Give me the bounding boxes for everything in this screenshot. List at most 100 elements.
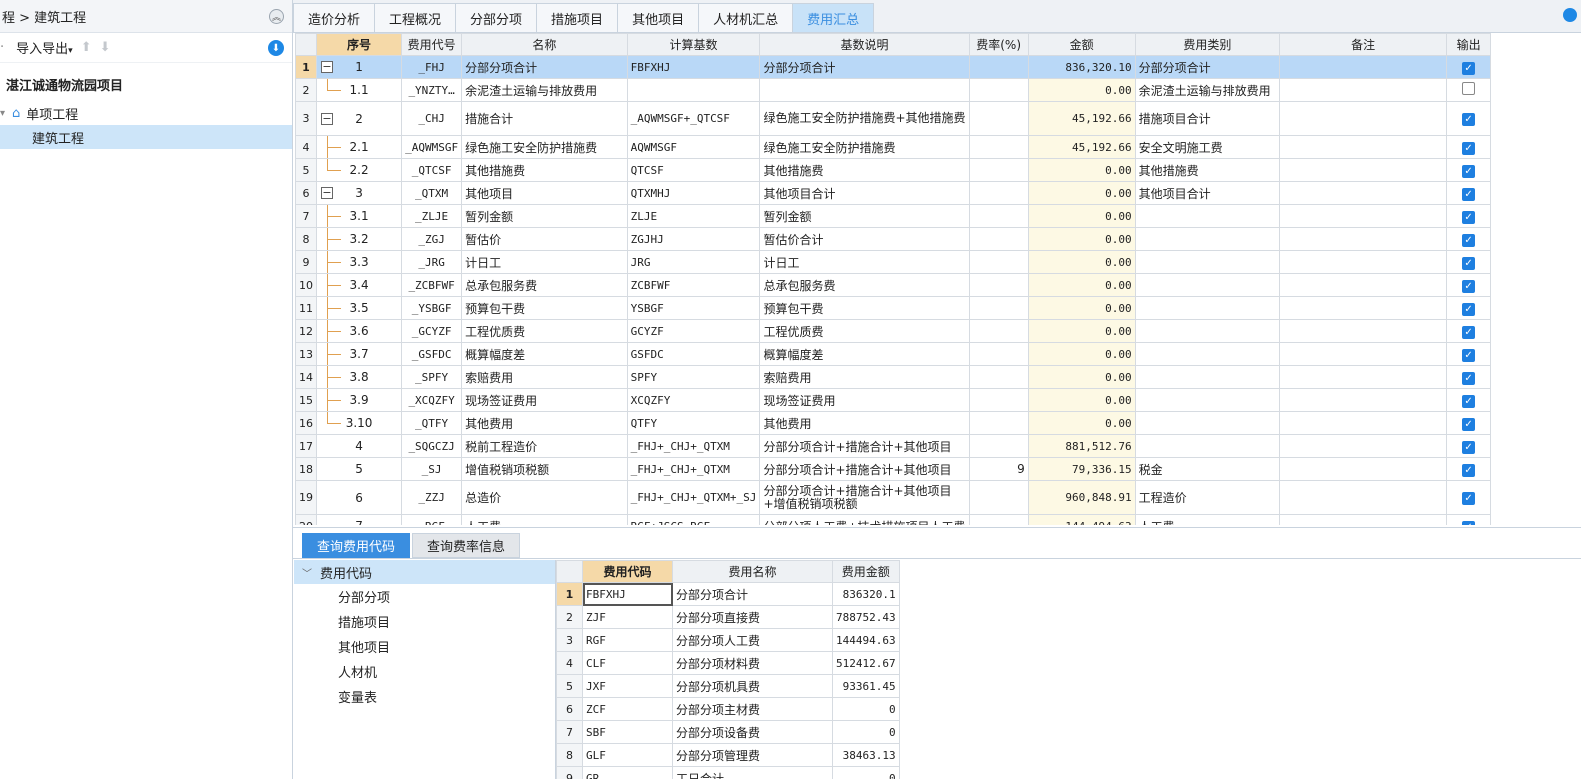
cell-note[interactable] <box>1279 411 1448 435</box>
tab-project-overview[interactable]: 工程概况 <box>374 3 457 32</box>
cell-fee-amount[interactable]: 0 <box>832 720 900 744</box>
cell-base-desc[interactable]: 暂列金额 <box>759 204 970 228</box>
header-amount[interactable]: 金额 <box>1027 33 1136 56</box>
row-number[interactable]: 5 <box>556 674 583 698</box>
minus-box-icon[interactable]: − <box>321 61 333 73</box>
cell-note[interactable] <box>1279 101 1448 136</box>
cell-amount[interactable]: 0.00 <box>1027 365 1136 389</box>
cell-name[interactable]: 分部分项合计 <box>461 55 628 79</box>
cell-output[interactable]: ✓ <box>1446 514 1491 525</box>
cell-base-desc[interactable]: 索赔费用 <box>759 365 970 389</box>
row-number[interactable]: 4 <box>295 135 317 159</box>
cell-seq-wrap[interactable]: 3.10 <box>315 411 403 435</box>
cell-base[interactable]: XCQZFY <box>626 388 761 412</box>
cell-base-desc[interactable]: 其他费用 <box>759 411 970 435</box>
cell-code[interactable]: _GSFDC <box>401 342 463 366</box>
cell-seq-wrap[interactable]: 1.1 <box>315 78 403 102</box>
row-number[interactable]: 9 <box>556 766 583 779</box>
cell-amount[interactable]: 0.00 <box>1027 204 1136 228</box>
checkbox-icon[interactable]: ✓ <box>1462 61 1476 75</box>
code-tree-item[interactable]: 人材机 <box>294 659 555 684</box>
checkbox-icon[interactable]: ✓ <box>1462 279 1476 293</box>
cell-name[interactable]: 其他费用 <box>461 411 628 435</box>
cell-name[interactable]: 工程优质费 <box>461 319 628 343</box>
cell-category[interactable] <box>1134 204 1281 228</box>
row-number[interactable]: 15 <box>295 388 317 412</box>
table-row[interactable]: 2 1.1 _YNZTY… 余泥渣土运输与排放费用 0.00 余泥渣土运输与排放费用 <box>295 78 1491 102</box>
table-row[interactable]: 12 3.6 _GCYZF 工程优质费 GCYZF 工程优质费 0.00 ✓ <box>295 319 1491 343</box>
cell-note[interactable] <box>1279 296 1448 320</box>
cell-category[interactable] <box>1134 411 1281 435</box>
cell-output[interactable]: ✓ <box>1446 411 1491 435</box>
cell-base[interactable]: QTFY <box>626 411 761 435</box>
cell-base[interactable]: QTCSF <box>626 158 761 182</box>
cell-seq-wrap[interactable]: 4 <box>315 434 403 458</box>
row-number[interactable]: 9 <box>295 250 317 274</box>
cell-rate[interactable] <box>968 55 1029 79</box>
cell-note[interactable] <box>1279 204 1448 228</box>
table-row[interactable]: 1−1 _FHJ 分部分项合计 FBFXHJ 分部分项合计 836,320.10 分部分项合… <box>295 55 1491 79</box>
checkbox-icon[interactable]: ✓ <box>1462 141 1476 155</box>
cell-amount[interactable]: 0.00 <box>1027 227 1136 251</box>
cell-output[interactable]: ✓ <box>1446 250 1491 274</box>
checkbox-icon[interactable]: ✓ <box>1462 394 1476 408</box>
cell-base[interactable]: ZCBFWF <box>626 273 761 297</box>
cell-note[interactable] <box>1279 273 1448 297</box>
tab-measures[interactable]: 措施项目 <box>536 3 619 32</box>
cell-base-desc[interactable]: 其他措施费 <box>759 158 970 182</box>
cell-category[interactable] <box>1134 227 1281 251</box>
cell-fee-amount[interactable]: 836320.1 <box>832 582 900 606</box>
checkbox-icon[interactable]: ✓ <box>1462 113 1476 126</box>
cell-code[interactable]: _XCQZFY <box>401 388 463 412</box>
cell-output[interactable]: ✓ <box>1446 55 1491 79</box>
cell-fee-code[interactable]: ZCF <box>582 697 673 721</box>
cell-seq-wrap[interactable]: 5 <box>315 457 403 481</box>
cell-seq-wrap[interactable]: 7 <box>315 514 403 525</box>
code-tree-root[interactable]: ﹀ 费用代码 <box>294 560 555 584</box>
checkbox-icon[interactable]: ✓ <box>1462 492 1476 505</box>
cell-seq-wrap[interactable]: 3.7 <box>315 342 403 366</box>
cell-note[interactable] <box>1279 388 1448 412</box>
row-number[interactable]: 1 <box>556 582 583 606</box>
cell-rate[interactable] <box>968 181 1029 205</box>
cell-base[interactable]: _FHJ+_CHJ+_QTXM <box>626 434 761 458</box>
tree-item-unit-project[interactable]: ▾ ⌂ 单项工程 <box>0 101 292 125</box>
cell-base-desc[interactable]: 暂估价合计 <box>759 227 970 251</box>
chevron-down-icon[interactable]: ﹀ <box>302 565 312 580</box>
table-row[interactable]: 16 3.10 _QTFY 其他费用 QTFY 其他费用 0.00 ✓ <box>295 411 1491 435</box>
cell-rate[interactable] <box>968 227 1029 251</box>
tab-query-fee-code[interactable]: 查询费用代码 <box>302 533 411 558</box>
cell-fee-code[interactable]: SBF <box>582 720 673 744</box>
cell-amount[interactable]: 0.00 <box>1027 342 1136 366</box>
code-header-code[interactable]: 费用代码 <box>582 560 673 583</box>
cell-seq-wrap[interactable]: −3 <box>315 181 403 205</box>
table-row[interactable]: 17 4 _SQGCZJ 税前工程造价 _FHJ+_CHJ+_QTXM 分部分项合计+措施… <box>295 434 1491 458</box>
header-base[interactable]: 计算基数 <box>626 33 761 56</box>
cell-code[interactable]: _YSBGF <box>401 296 463 320</box>
tab-other-items[interactable]: 其他项目 <box>617 3 700 32</box>
cell-name[interactable]: 总承包服务费 <box>461 273 628 297</box>
cell-category[interactable]: 余泥渣土运输与排放费用 <box>1134 78 1281 102</box>
checkbox-icon[interactable]: ✓ <box>1462 210 1476 224</box>
cell-base[interactable]: GSFDC <box>626 342 761 366</box>
cell-rate[interactable] <box>968 101 1029 136</box>
cell-note[interactable] <box>1279 319 1448 343</box>
checkbox-icon[interactable] <box>1462 82 1476 95</box>
cell-rate[interactable] <box>968 342 1029 366</box>
table-row[interactable]: 14 3.8 _SPFY 索赔费用 SPFY 索赔费用 0.00 ✓ <box>295 365 1491 389</box>
cell-base[interactable]: _AQWMSGF+_QTCSF <box>626 101 761 136</box>
cell-fee-code[interactable]: GR <box>582 766 673 779</box>
checkbox-icon[interactable]: ✓ <box>1462 348 1476 362</box>
table-row[interactable]: 4 2.1 _AQWMSGF 绿色施工安全防护措施费 AQWMSGF 绿色施工安全防护措施… <box>295 135 1491 159</box>
row-number[interactable]: 8 <box>295 227 317 251</box>
cell-fee-name[interactable]: 分部分项合计 <box>672 582 833 606</box>
cell-fee-name[interactable]: 工日合计 <box>672 766 833 779</box>
cell-output[interactable]: ✓ <box>1446 296 1491 320</box>
cell-name[interactable]: 现场签证费用 <box>461 388 628 412</box>
cell-category[interactable] <box>1134 434 1281 458</box>
cell-base[interactable]: _FHJ+_CHJ+_QTXM <box>626 457 761 481</box>
cell-seq-wrap[interactable]: 3.9 <box>315 388 403 412</box>
row-number[interactable]: 6 <box>556 697 583 721</box>
tab-labor-material-summary[interactable]: 人材机汇总 <box>698 3 794 32</box>
cell-note[interactable] <box>1279 365 1448 389</box>
